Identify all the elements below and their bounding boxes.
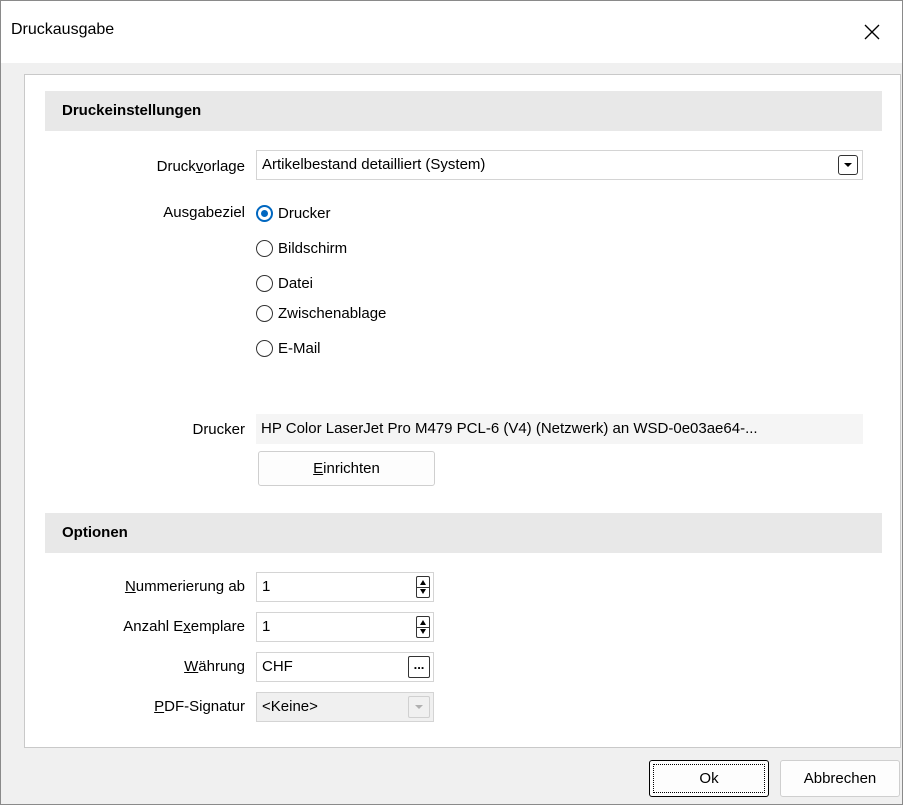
setup-printer-button[interactable]: Einrichten xyxy=(258,451,435,486)
radio-icon xyxy=(256,304,273,322)
radio-selected-icon xyxy=(256,204,273,222)
radio-label: Datei xyxy=(278,274,314,292)
radio-label: E-Mail xyxy=(278,339,321,357)
radio-drucker[interactable]: Drucker xyxy=(256,201,331,225)
numbering-label: Nummerierung ab xyxy=(124,578,245,595)
printer-label: Drucker xyxy=(192,421,245,438)
radio-icon xyxy=(256,274,273,292)
currency-field[interactable]: CHF ... xyxy=(256,652,434,682)
close-icon xyxy=(864,24,880,40)
spinner-icon[interactable] xyxy=(416,576,430,598)
copies-field[interactable]: 1 xyxy=(256,612,434,642)
setup-button-label: Einrichten xyxy=(313,460,380,477)
content-panel: Druckeinstellungen Druckvorlage Artikelb… xyxy=(24,74,901,748)
radio-icon xyxy=(256,239,273,257)
section-header-print-settings: Druckeinstellungen xyxy=(45,91,882,131)
radio-label: Bildschirm xyxy=(278,239,348,257)
currency-value: CHF xyxy=(262,658,293,675)
numbering-field[interactable]: 1 xyxy=(256,572,434,602)
ellipsis-button[interactable]: ... xyxy=(408,656,430,678)
radio-label: Drucker xyxy=(278,204,331,222)
chevron-down-icon[interactable] xyxy=(838,155,858,175)
cancel-button[interactable]: Abbrechen xyxy=(780,760,900,797)
spinner-icon[interactable] xyxy=(416,616,430,638)
currency-label: Währung xyxy=(184,658,245,675)
dialog-title: Druckausgabe xyxy=(11,21,115,38)
dialog-window: Druckausgabe Druckeinstellungen Druckvor… xyxy=(0,0,903,805)
pdf-signature-value: <Keine> xyxy=(262,698,318,715)
template-value: Artikelbestand detailliert (System) xyxy=(262,156,486,173)
chevron-down-icon xyxy=(408,696,430,718)
radio-email[interactable]: E-Mail xyxy=(256,336,321,360)
copies-label: Anzahl Exemplare xyxy=(123,618,245,635)
output-target-label: Ausgabeziel xyxy=(163,204,245,221)
radio-bildschirm[interactable]: Bildschirm xyxy=(256,236,347,260)
template-select[interactable]: Artikelbestand detailliert (System) xyxy=(256,150,863,180)
template-label: Druckvorlage xyxy=(156,158,245,175)
copies-value: 1 xyxy=(262,618,271,635)
radio-datei[interactable]: Datei xyxy=(256,271,313,295)
title-bar: Druckausgabe xyxy=(1,1,902,63)
printer-value: HP Color LaserJet Pro M479 PCL-6 (V4) (N… xyxy=(256,414,863,444)
radio-icon xyxy=(256,339,273,357)
section-header-options: Optionen xyxy=(45,513,882,553)
pdf-signature-label: PDF-Signatur xyxy=(154,698,245,715)
radio-label: Zwischenablage xyxy=(278,304,387,322)
pdf-signature-select[interactable]: <Keine> xyxy=(256,692,434,722)
radio-zwischenablage[interactable]: Zwischenablage xyxy=(256,301,386,325)
numbering-value: 1 xyxy=(262,578,271,595)
close-button[interactable] xyxy=(842,1,902,63)
ok-button[interactable]: Ok xyxy=(649,760,769,797)
